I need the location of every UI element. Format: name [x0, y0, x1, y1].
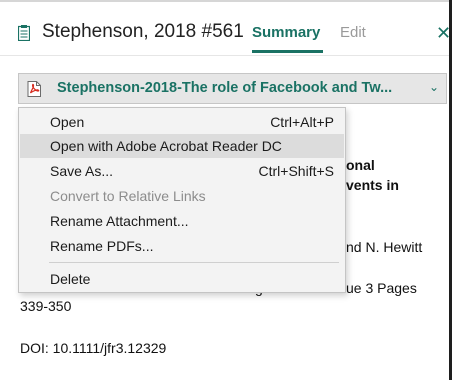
- pdf-icon: [27, 81, 41, 97]
- reference-title-line1: onal: [346, 157, 375, 173]
- header-divider: [0, 55, 449, 56]
- reference-authors: nd N. Hewitt: [346, 239, 423, 255]
- menu-item-rename-attachment[interactable]: Rename Attachment...: [20, 209, 344, 233]
- reference-pages: 339-350: [20, 298, 72, 314]
- reference-header: Stephenson, 2018 #561 Summary Edit ✕: [0, 10, 452, 56]
- active-tab-indicator: [252, 50, 323, 53]
- menu-item-open[interactable]: Open Ctrl+Alt+P: [20, 110, 344, 134]
- chevron-down-icon[interactable]: ⌄: [429, 80, 439, 94]
- attachment-filename: Stephenson-2018-The role of Facebook and…: [57, 80, 393, 96]
- tab-summary[interactable]: Summary: [252, 24, 320, 41]
- tab-edit[interactable]: Edit: [340, 24, 366, 41]
- menu-item-delete[interactable]: Delete: [20, 267, 344, 291]
- reference-doi: DOI: 10.1111/jfr3.12329: [20, 340, 167, 356]
- reference-document-icon: [18, 25, 30, 41]
- menu-item-open-with-acrobat[interactable]: Open with Adobe Acrobat Reader DC: [20, 134, 344, 158]
- shortcut-save-as: Ctrl+Shift+S: [258, 163, 334, 179]
- menu-item-convert-relative-links: Convert to Relative Links: [50, 188, 206, 204]
- close-icon[interactable]: ✕: [436, 23, 451, 44]
- top-border: [0, 0, 452, 2]
- attachment-context-menu: Open Ctrl+Alt+P Open with Adobe Acrobat …: [18, 107, 346, 293]
- shortcut-open: Ctrl+Alt+P: [270, 114, 334, 130]
- menu-separator: [49, 262, 339, 263]
- reference-title: Stephenson, 2018 #561: [42, 21, 244, 42]
- reference-title-line2: vents in: [346, 177, 399, 193]
- menu-item-save-as[interactable]: Save As... Ctrl+Shift+S: [20, 159, 344, 183]
- reference-issue: ue 3 Pages: [346, 280, 417, 296]
- attachment-dropdown[interactable]: Stephenson-2018-The role of Facebook and…: [18, 73, 447, 104]
- menu-item-rename-pdfs[interactable]: Rename PDFs...: [20, 234, 344, 258]
